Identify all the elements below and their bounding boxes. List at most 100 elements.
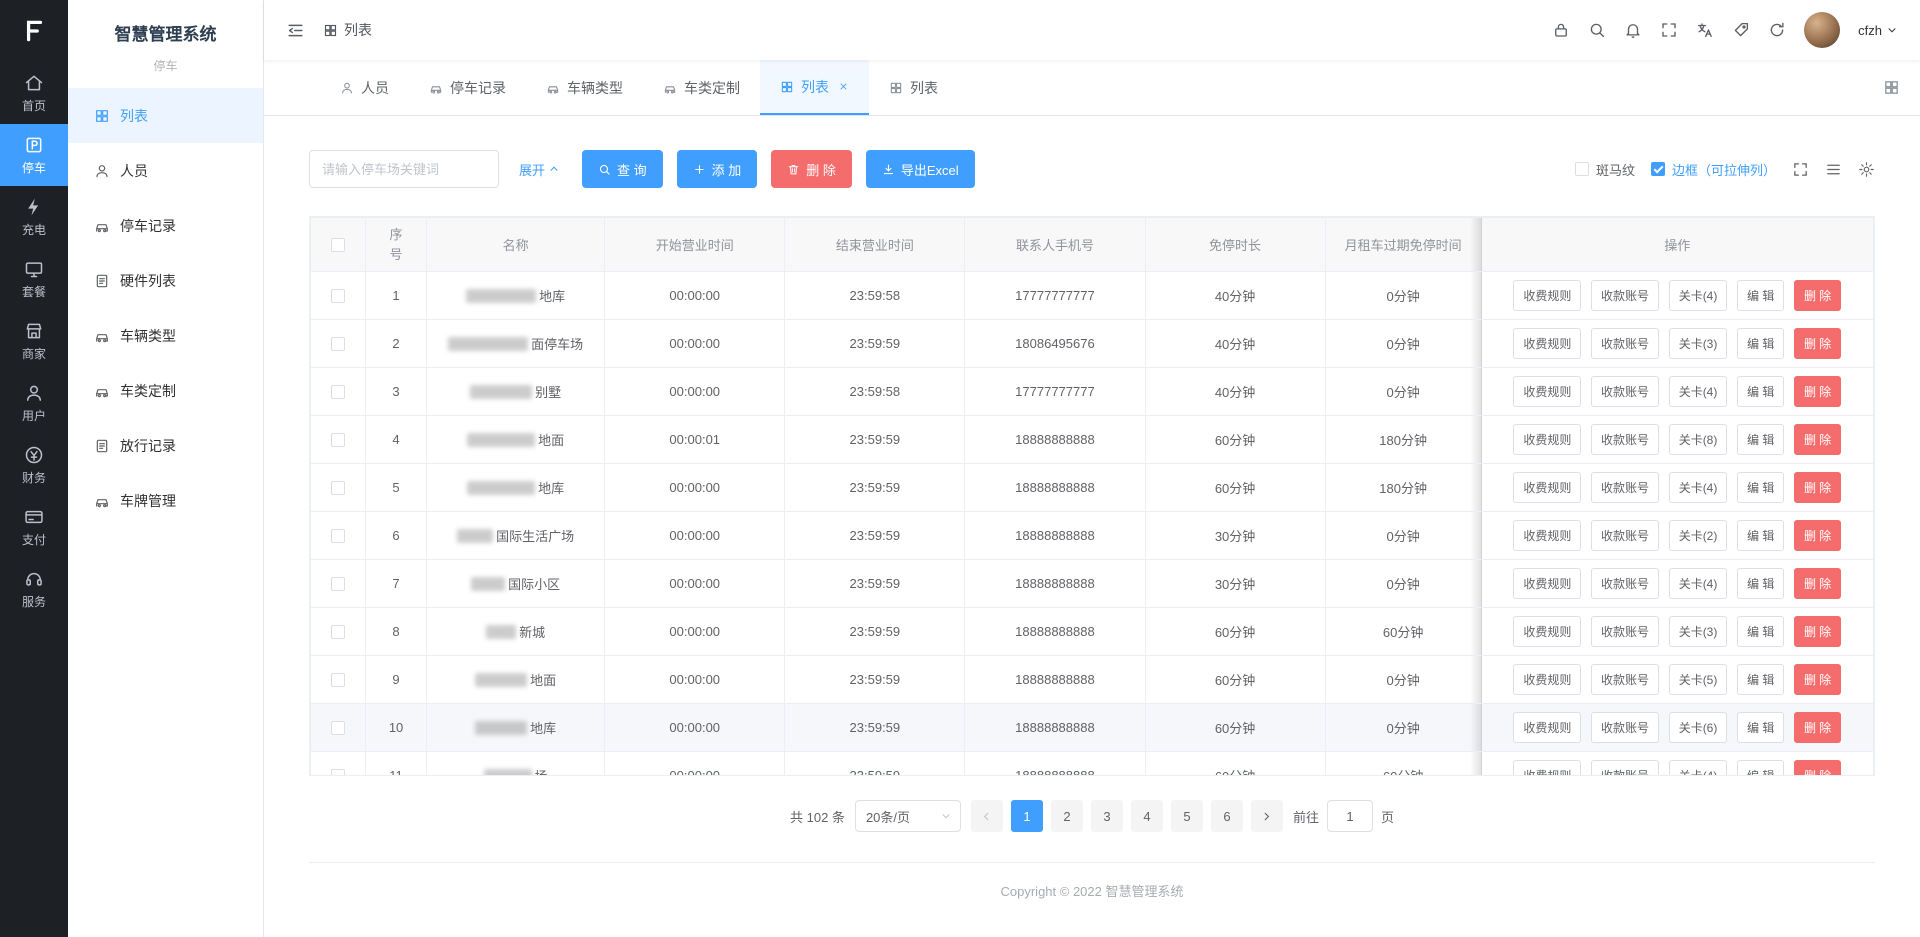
table-density-icon[interactable] — [1825, 161, 1842, 178]
page-button-2[interactable]: 2 — [1051, 800, 1083, 832]
delete-row-button[interactable]: 删 除 — [1794, 664, 1841, 695]
edit-button[interactable]: 编 辑 — [1737, 520, 1784, 551]
gates-button[interactable]: 关卡(4) — [1669, 568, 1728, 599]
gates-button[interactable]: 关卡(8) — [1669, 424, 1728, 455]
rail-item-payment[interactable]: 支付 — [0, 496, 68, 558]
user-avatar[interactable] — [1804, 12, 1840, 48]
page-button-3[interactable]: 3 — [1091, 800, 1123, 832]
sidebar-item-release-records[interactable]: 放行记录 — [68, 418, 263, 473]
edit-button[interactable]: 编 辑 — [1737, 712, 1784, 743]
tab-item-4[interactable]: 列表 — [760, 60, 869, 115]
rail-item-charging[interactable]: 充电 — [0, 186, 68, 248]
tab-item-3[interactable]: 车类定制 — [643, 60, 760, 115]
delete-row-button[interactable]: 删 除 — [1794, 520, 1841, 551]
rail-item-merchants[interactable]: 商家 — [0, 310, 68, 372]
gates-button[interactable]: 关卡(4) — [1669, 376, 1728, 407]
delete-row-button[interactable]: 删 除 — [1794, 328, 1841, 359]
language-icon[interactable] — [1696, 21, 1714, 39]
page-button-5[interactable]: 5 — [1171, 800, 1203, 832]
sidebar-item-hardware-list[interactable]: 硬件列表 — [68, 253, 263, 308]
rail-item-services[interactable]: 服务 — [0, 558, 68, 620]
fee-rules-button[interactable]: 收费规则 — [1513, 328, 1581, 359]
gates-button[interactable]: 关卡(4) — [1669, 280, 1728, 311]
fee-rules-button[interactable]: 收费规则 — [1513, 712, 1581, 743]
row-checkbox[interactable] — [331, 673, 345, 687]
fee-rules-button[interactable]: 收费规则 — [1513, 280, 1581, 311]
edit-button[interactable]: 编 辑 — [1737, 664, 1784, 695]
row-checkbox[interactable] — [331, 769, 345, 776]
payment-account-button[interactable]: 收款账号 — [1591, 616, 1659, 647]
lock-icon[interactable] — [1552, 21, 1570, 39]
row-checkbox[interactable] — [331, 625, 345, 639]
tab-item-2[interactable]: 车辆类型 — [526, 60, 643, 115]
gates-button[interactable]: 关卡(5) — [1669, 664, 1728, 695]
tag-icon[interactable] — [1732, 21, 1750, 39]
edit-button[interactable]: 编 辑 — [1737, 280, 1784, 311]
sidebar-item-personnel[interactable]: 人员 — [68, 143, 263, 198]
row-checkbox[interactable] — [331, 385, 345, 399]
row-checkbox[interactable] — [331, 289, 345, 303]
app-logo[interactable] — [0, 0, 68, 62]
delete-row-button[interactable]: 删 除 — [1794, 760, 1841, 776]
fee-rules-button[interactable]: 收费规则 — [1513, 376, 1581, 407]
delete-row-button[interactable]: 删 除 — [1794, 712, 1841, 743]
search-icon[interactable] — [1588, 21, 1606, 39]
gates-button[interactable]: 关卡(3) — [1669, 328, 1728, 359]
search-input[interactable] — [309, 150, 499, 188]
fee-rules-button[interactable]: 收费规则 — [1513, 520, 1581, 551]
payment-account-button[interactable]: 收款账号 — [1591, 568, 1659, 599]
payment-account-button[interactable]: 收款账号 — [1591, 520, 1659, 551]
delete-row-button[interactable]: 删 除 — [1794, 376, 1841, 407]
delete-row-button[interactable]: 删 除 — [1794, 280, 1841, 311]
sidebar-item-vehicle-types[interactable]: 车辆类型 — [68, 308, 263, 363]
border-toggle[interactable]: 边框（可拉伸列） — [1651, 160, 1776, 179]
sidebar-item-plate-mgmt[interactable]: 车牌管理 — [68, 473, 263, 528]
fee-rules-button[interactable]: 收费规则 — [1513, 424, 1581, 455]
rail-item-home[interactable]: 首页 — [0, 62, 68, 124]
edit-button[interactable]: 编 辑 — [1737, 472, 1784, 503]
next-page-button[interactable] — [1251, 800, 1283, 832]
row-checkbox[interactable] — [331, 577, 345, 591]
fee-rules-button[interactable]: 收费规则 — [1513, 760, 1581, 776]
row-checkbox[interactable] — [331, 529, 345, 543]
edit-button[interactable]: 编 辑 — [1737, 376, 1784, 407]
page-button-1[interactable]: 1 — [1011, 800, 1043, 832]
payment-account-button[interactable]: 收款账号 — [1591, 760, 1659, 776]
payment-account-button[interactable]: 收款账号 — [1591, 328, 1659, 359]
fee-rules-button[interactable]: 收费规则 — [1513, 568, 1581, 599]
tab-item-1[interactable]: 停车记录 — [409, 60, 526, 115]
payment-account-button[interactable]: 收款账号 — [1591, 472, 1659, 503]
rail-item-users[interactable]: 用户 — [0, 372, 68, 434]
fullscreen-icon[interactable] — [1660, 21, 1678, 39]
page-button-6[interactable]: 6 — [1211, 800, 1243, 832]
tab-item-5[interactable]: 列表 — [869, 60, 958, 115]
payment-account-button[interactable]: 收款账号 — [1591, 376, 1659, 407]
add-button[interactable]: 添 加 — [677, 150, 758, 188]
tab-layout-icon[interactable] — [1883, 79, 1900, 96]
tab-item-0[interactable]: 人员 — [320, 60, 409, 115]
page-button-4[interactable]: 4 — [1131, 800, 1163, 832]
zebra-checkbox[interactable] — [1575, 162, 1589, 176]
select-all-checkbox[interactable] — [331, 238, 345, 252]
gates-button[interactable]: 关卡(3) — [1669, 616, 1728, 647]
expand-filters-link[interactable]: 展开 — [519, 160, 560, 179]
fee-rules-button[interactable]: 收费规则 — [1513, 664, 1581, 695]
export-excel-button[interactable]: 导出Excel — [866, 150, 975, 188]
payment-account-button[interactable]: 收款账号 — [1591, 664, 1659, 695]
row-checkbox[interactable] — [331, 721, 345, 735]
gates-button[interactable]: 关卡(4) — [1669, 760, 1728, 776]
refresh-icon[interactable] — [1768, 21, 1786, 39]
user-menu[interactable]: cfzh — [1858, 23, 1898, 38]
delete-row-button[interactable]: 删 除 — [1794, 616, 1841, 647]
delete-row-button[interactable]: 删 除 — [1794, 568, 1841, 599]
payment-account-button[interactable]: 收款账号 — [1591, 712, 1659, 743]
delete-row-button[interactable]: 删 除 — [1794, 424, 1841, 455]
delete-row-button[interactable]: 删 除 — [1794, 472, 1841, 503]
delete-button[interactable]: 删 除 — [771, 150, 852, 188]
fee-rules-button[interactable]: 收费规则 — [1513, 616, 1581, 647]
gates-button[interactable]: 关卡(6) — [1669, 712, 1728, 743]
edit-button[interactable]: 编 辑 — [1737, 760, 1784, 776]
bell-icon[interactable] — [1624, 21, 1642, 39]
gates-button[interactable]: 关卡(2) — [1669, 520, 1728, 551]
prev-page-button[interactable] — [971, 800, 1003, 832]
